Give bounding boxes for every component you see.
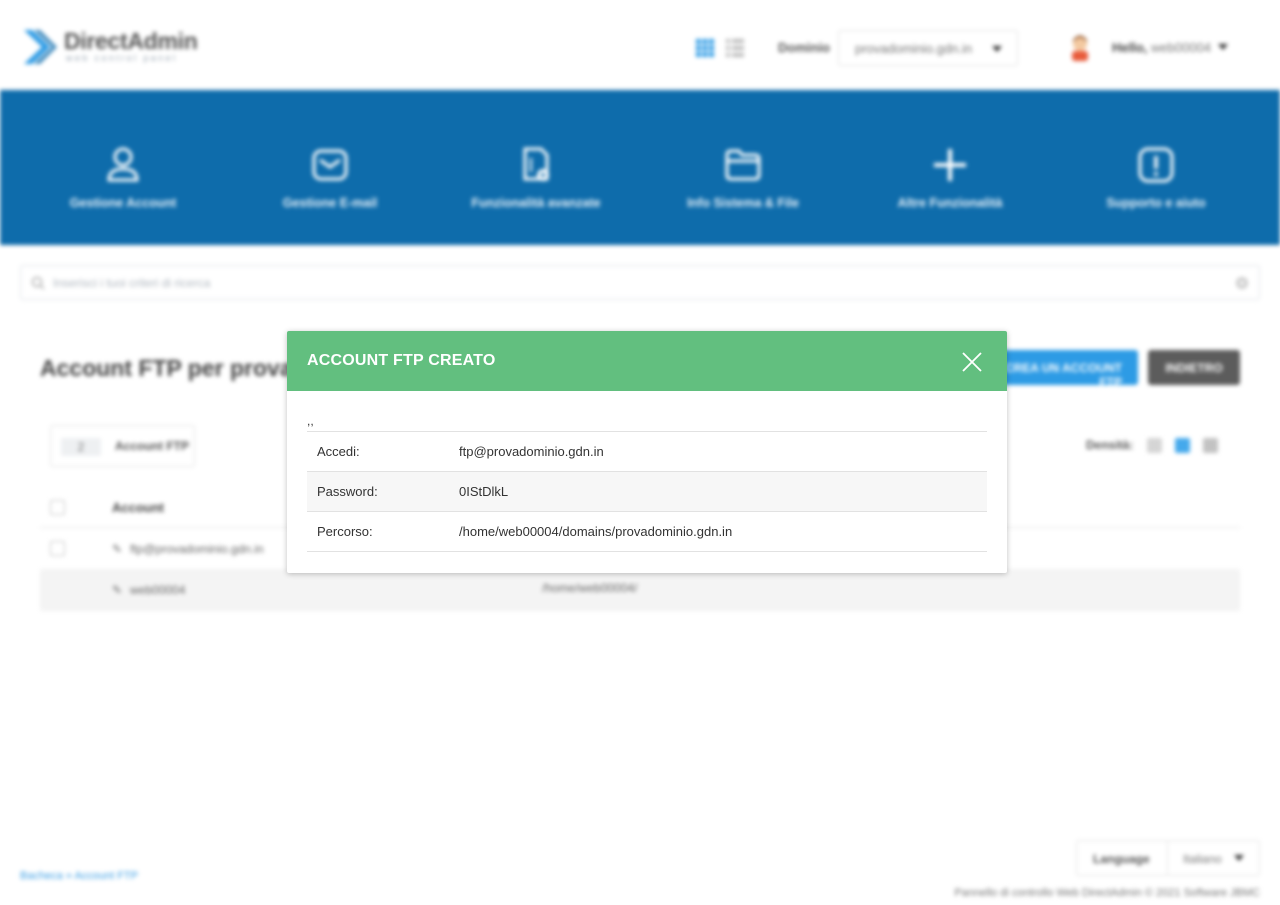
list-view-icon[interactable]	[726, 39, 744, 57]
select-all-checkbox[interactable]	[50, 500, 65, 515]
info-key: Accedi:	[317, 444, 360, 459]
edit-icon[interactable]: ✎	[112, 542, 122, 556]
user-icon	[107, 147, 139, 182]
username: web00004	[1151, 40, 1212, 55]
domain-select-value: provadominio.gdn.in	[855, 41, 973, 56]
top-bar: DirectAdmin web control panel Dominio pr…	[0, 0, 1280, 90]
nav-label: Gestione Account	[69, 196, 177, 210]
grid-view-icon[interactable]	[696, 39, 714, 57]
breadcrumb: Bacheca » Account FTP	[20, 870, 138, 882]
dialog-header: ACCOUNT FTP CREATO	[287, 331, 1007, 391]
domain-select[interactable]: provadominio.gdn.in	[838, 30, 1018, 66]
nav-item-gestione-account[interactable]: Gestione Account	[33, 146, 213, 226]
folder-icon	[725, 149, 761, 181]
info-value: /home/web00004/domains/provadominio.gdn.…	[459, 524, 733, 539]
language-selector[interactable]: Language Italiano	[1076, 840, 1260, 876]
table-row[interactable]: ✎ web00004 /home/web00004/	[40, 569, 1240, 611]
chevron-down-icon	[1234, 855, 1244, 861]
density-wide-icon[interactable]	[1203, 438, 1218, 453]
account-count: 2	[61, 438, 101, 456]
user-menu-chevron-icon[interactable]	[1218, 44, 1228, 50]
domain-label: Dominio	[778, 40, 830, 55]
nav-item-funzionalita-avanzate[interactable]: Funzionalità avanzate	[446, 146, 626, 226]
logo-subtitle: web control panel	[66, 53, 178, 63]
account-name[interactable]: web00004	[130, 583, 185, 597]
search-input[interactable]: Inserisci i tuoi criteri di ricerca	[20, 265, 1260, 300]
language-value: Italiano	[1183, 852, 1222, 866]
info-row-password: Password: 0IStDlkL	[307, 472, 987, 512]
breadcrumb-current[interactable]: Account FTP	[74, 870, 138, 882]
avatar[interactable]	[1068, 33, 1092, 61]
dialog-title: ACCOUNT FTP CREATO	[307, 352, 496, 369]
create-ftp-account-button[interactable]: CREA UN ACCOUNT FTP	[990, 350, 1138, 389]
density-normal-icon[interactable]	[1175, 438, 1190, 453]
account-count-box: 2 Account FTP	[50, 425, 195, 467]
account-path: /home/web00004/	[542, 581, 638, 595]
nav-item-altre-funzionalita[interactable]: Altre Funzionalità	[860, 146, 1040, 226]
user-greeting[interactable]: Hello, web00004	[1112, 40, 1211, 55]
account-info-table: Accedi: ftp@provadominio.gdn.in Password…	[307, 431, 987, 552]
info-value: ftp@provadominio.gdn.in	[459, 444, 604, 459]
footer-copyright: Pannello di controllo Web DirectAdmin © …	[954, 887, 1260, 899]
ftp-created-dialog: ACCOUNT FTP CREATO ,, Accedi: ftp@provad…	[287, 331, 1007, 573]
search-placeholder: Inserisci i tuoi criteri di ricerca	[53, 276, 211, 290]
column-header-account[interactable]: Account	[112, 500, 164, 515]
info-row-path: Percorso: /home/web00004/domains/provado…	[307, 512, 987, 552]
edit-icon[interactable]: ✎	[112, 583, 122, 597]
density-label: Densità:	[1086, 438, 1134, 452]
info-value: 0IStDlkL	[459, 484, 509, 499]
nav-label: Altre Funzionalità	[897, 196, 1003, 210]
nav-label: Funzionalità avanzate	[471, 196, 601, 210]
logo-arrow-icon	[24, 30, 57, 64]
row-checkbox[interactable]	[50, 541, 65, 556]
breadcrumb-separator: »	[65, 870, 72, 882]
search-icon	[31, 276, 45, 290]
mail-icon	[312, 149, 348, 181]
nav-item-gestione-email[interactable]: Gestione E-mail	[240, 146, 420, 226]
chevron-down-icon	[992, 46, 1002, 52]
back-button[interactable]: INDIETRO	[1148, 350, 1240, 385]
info-row-login: Accedi: ftp@provadominio.gdn.in	[307, 432, 987, 472]
nav-label: Supporto e aiuto	[1106, 196, 1206, 210]
logo[interactable]: DirectAdmin web control panel	[20, 26, 220, 70]
info-key: Password:	[317, 484, 378, 499]
plus-icon	[934, 149, 966, 181]
density-compact-icon[interactable]	[1147, 438, 1162, 453]
help-icon	[1138, 147, 1174, 183]
advanced-file-icon	[523, 147, 549, 181]
settings-icon[interactable]	[1235, 276, 1249, 290]
nav-item-supporto-aiuto[interactable]: Supporto e aiuto	[1066, 146, 1246, 226]
nav-label: Gestione E-mail	[282, 196, 378, 210]
close-icon[interactable]	[961, 351, 983, 373]
nav-label: Info Sistema & File	[687, 196, 799, 210]
breadcrumb-home[interactable]: Bacheca	[20, 870, 63, 882]
hello-prefix: Hello,	[1112, 40, 1148, 55]
account-name[interactable]: ftp@provadominio.gdn.in	[130, 542, 264, 556]
main-nav: Gestione Account Gestione E-mail Funzion…	[0, 90, 1280, 245]
nav-item-info-sistema-file[interactable]: Info Sistema & File	[653, 146, 833, 226]
language-label: Language	[1093, 852, 1150, 866]
dialog-note: ,,	[307, 414, 314, 428]
account-count-label: Account FTP	[115, 439, 189, 453]
language-divider	[1167, 841, 1168, 875]
logo-text: DirectAdmin	[64, 28, 198, 54]
info-key: Percorso:	[317, 524, 373, 539]
